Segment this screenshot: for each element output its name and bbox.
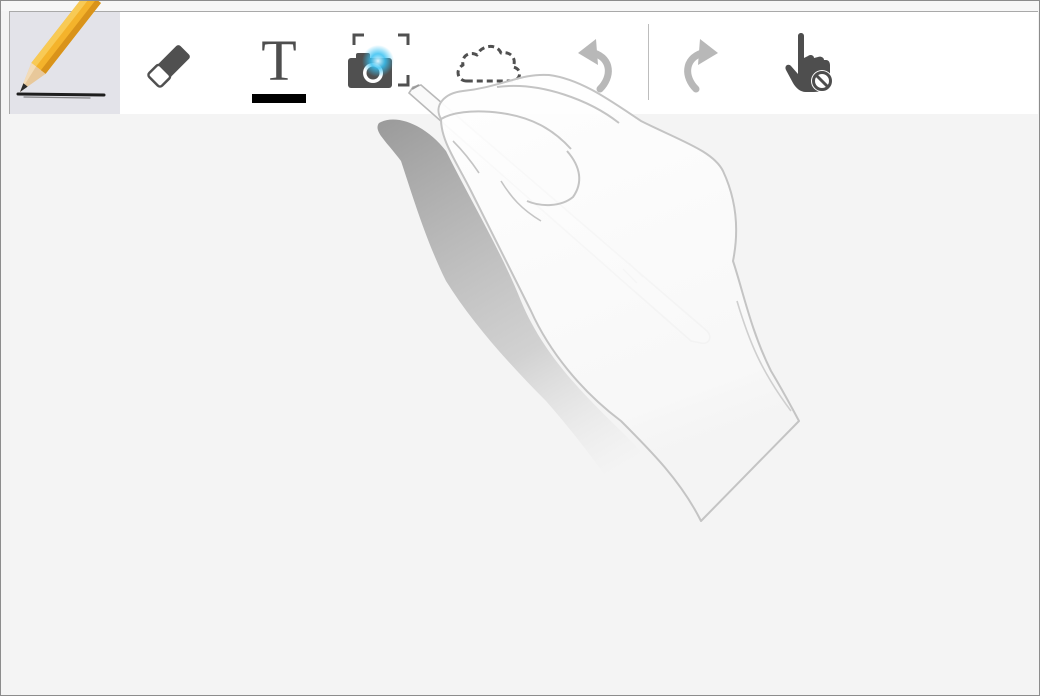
pen-tool-button[interactable]: [10, 1, 120, 114]
undo-button[interactable]: [560, 12, 632, 114]
capture-tool-button[interactable]: [340, 12, 422, 114]
toolbar-divider: [648, 24, 649, 100]
text-tool-button[interactable]: T: [238, 12, 320, 114]
cloud-lasso-icon: [456, 45, 521, 83]
touch-mode-button[interactable]: [772, 12, 848, 114]
pencil-icon: [16, 1, 106, 99]
drawing-canvas[interactable]: [1, 114, 1039, 695]
text-color-bar: [252, 93, 306, 103]
undo-icon: [578, 39, 612, 93]
redo-button[interactable]: [664, 12, 736, 114]
drawing-toolbar: T: [9, 1, 1038, 115]
note-app-window: T: [0, 0, 1040, 696]
lasso-tool-button[interactable]: [448, 12, 530, 114]
eraser-icon: [147, 45, 190, 88]
camera-capture-icon: [348, 33, 410, 88]
eraser-tool-button[interactable]: [130, 12, 214, 114]
touch-disabled-icon: [785, 33, 833, 92]
top-strip: [1, 1, 1039, 11]
text-icon: T: [249, 27, 309, 103]
text-tool-glyph: T: [261, 27, 297, 93]
redo-icon: [684, 39, 718, 93]
